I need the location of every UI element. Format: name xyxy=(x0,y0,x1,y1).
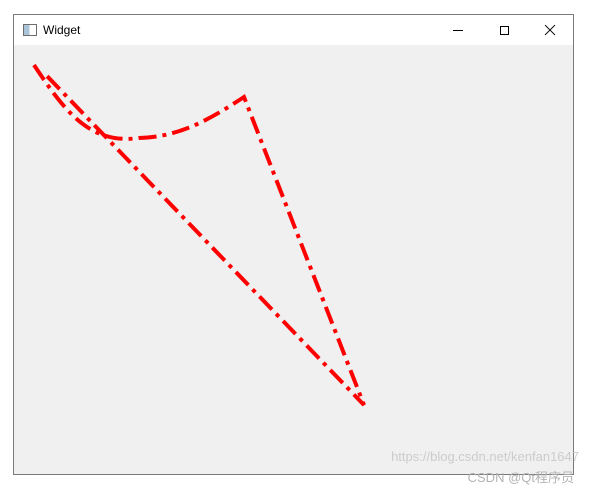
window-title: Widget xyxy=(43,23,81,37)
window-controls xyxy=(435,15,573,45)
minimize-button[interactable] xyxy=(435,15,481,45)
watermark-brand: CSDN @Qt程序员 xyxy=(467,470,574,485)
maximize-button[interactable] xyxy=(481,15,527,45)
red-dash-dot-path xyxy=(32,63,366,407)
close-button[interactable] xyxy=(527,15,573,45)
watermark-url: https://blog.csdn.net/kenfan1647 xyxy=(391,449,579,464)
close-icon xyxy=(544,24,556,36)
maximize-icon xyxy=(499,25,509,35)
title-bar[interactable]: Widget xyxy=(14,15,573,45)
minimize-icon xyxy=(453,29,463,31)
drawing-canvas xyxy=(32,63,366,407)
app-window-icon xyxy=(23,24,37,36)
widget-window: Widget xyxy=(13,14,574,475)
